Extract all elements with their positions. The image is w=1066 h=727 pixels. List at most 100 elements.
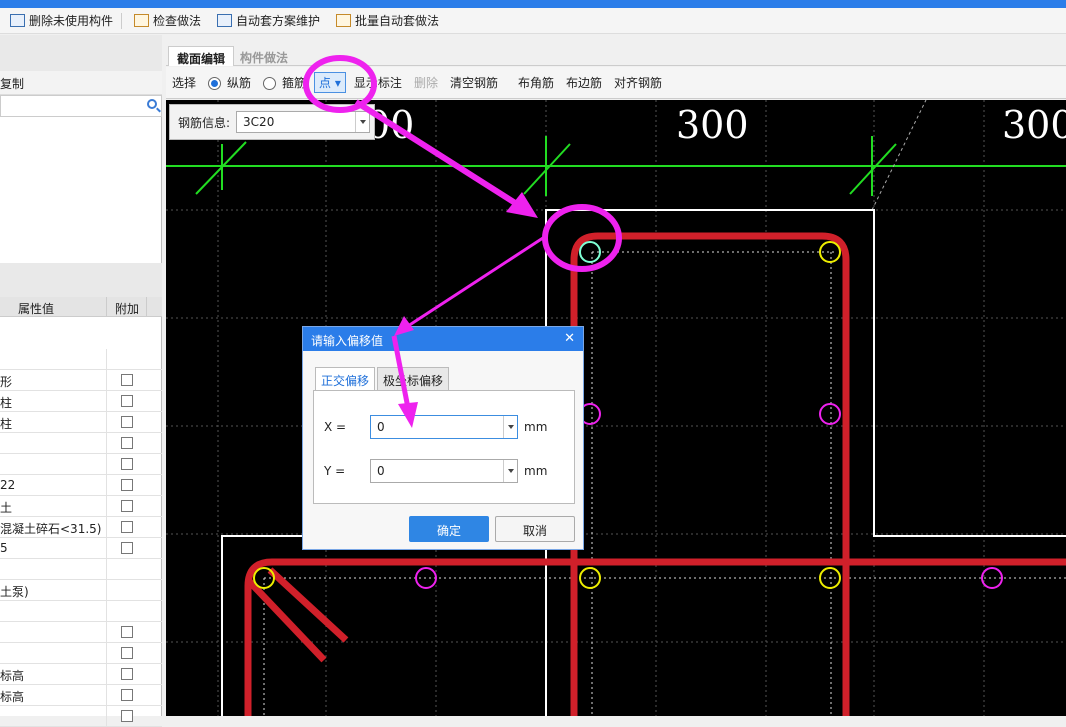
property-value [0,559,107,579]
property-row[interactable]: 标高 [0,685,162,706]
rebar-info-combo[interactable]: 3C20 [236,111,371,133]
property-value [0,349,107,369]
property-checkbox[interactable] [121,395,133,407]
x-unit: mm [524,420,548,434]
chevron-down-icon[interactable] [503,416,517,438]
dimension-label: 300 [1002,103,1066,147]
property-extra-cell [107,538,147,558]
property-checkbox[interactable] [121,521,133,533]
corner-rebar-button[interactable]: 布角筋 [518,74,554,91]
chevron-down-icon[interactable] [355,112,369,132]
property-row[interactable]: 土 [0,496,162,517]
radio-unchecked-icon [263,77,277,90]
dialog-content: X = 0 mm Y = 0 mm [313,390,575,504]
dimension-leader [871,100,927,211]
property-extra-cell [107,433,147,453]
property-row[interactable] [0,433,162,454]
delete-button[interactable]: 删除 [414,74,438,91]
main-toolbar: 删除未使用构件 检查做法 自动套方案维护 批量自动套做法 [0,8,1066,34]
property-row[interactable] [0,454,162,475]
show-label-button[interactable]: 显示标注 [354,74,402,91]
property-row[interactable]: 标高 [0,664,162,685]
batch-icon [336,14,352,27]
property-row[interactable]: 形 [0,370,162,391]
property-value: 标高 [0,685,107,705]
property-checkbox[interactable] [121,479,133,491]
property-row[interactable]: 柱 [0,391,162,412]
property-row[interactable]: 22 [0,475,162,496]
property-row[interactable] [0,643,162,664]
property-checkbox[interactable] [121,416,133,428]
property-extra-cell [107,412,147,432]
clear-rebar-button[interactable]: 清空钢筋 [450,74,498,91]
select-button[interactable]: 选择 [172,74,196,91]
property-value [0,433,107,453]
y-offset-input[interactable]: 0 [370,459,518,483]
radio-longitudinal[interactable]: 纵筋 [208,74,251,91]
y-offset-row: Y = 0 mm [324,459,547,483]
property-checkbox[interactable] [121,374,133,386]
align-rebar-button[interactable]: 对齐钢筋 [614,74,662,91]
tab-section-edit[interactable]: 截面编辑 [168,46,235,66]
property-checkbox[interactable] [121,710,133,722]
property-row[interactable] [0,601,162,622]
property-value: 柱 [0,412,107,432]
property-extra-cell [107,517,147,537]
toolbar-divider [121,12,123,29]
property-value [0,706,107,726]
property-row[interactable] [0,706,162,727]
property-extra-cell [107,706,147,726]
section-canvas[interactable]: 0 0 300 300 [166,100,1066,716]
property-row[interactable] [0,559,162,580]
point-mode-dropdown[interactable]: 点 ▾ [314,72,346,93]
property-row[interactable]: 5 [0,538,162,559]
search-icon[interactable] [147,99,157,109]
property-value: 柱 [0,391,107,411]
property-checkbox[interactable] [121,626,133,638]
x-offset-input[interactable]: 0 [370,415,518,439]
cancel-button[interactable]: 取消 [495,516,575,542]
radio-stirrup[interactable]: 箍筋 [263,74,306,91]
scheme-icon [217,14,233,27]
property-row[interactable] [0,349,162,370]
property-extra-cell [107,685,147,705]
copy-button[interactable]: 复制 [0,71,162,95]
chevron-down-icon[interactable] [503,460,517,482]
property-row[interactable]: 柱 [0,412,162,433]
property-checkbox[interactable] [121,437,133,449]
search-input[interactable] [0,95,162,117]
property-checkbox[interactable] [121,668,133,680]
property-row[interactable] [0,622,162,643]
edge-rebar-button[interactable]: 布边筋 [566,74,602,91]
grid-lines [166,100,1066,716]
property-extra-cell [107,349,147,369]
close-icon[interactable]: ✕ [564,331,575,346]
property-value [0,601,107,621]
property-checkbox[interactable] [121,689,133,701]
property-extra-cell [107,370,147,390]
property-extra-cell [107,391,147,411]
tab-component-method[interactable]: 构件做法 [232,46,296,66]
left-panel: 复制 属性值 附加 形柱柱 22 土混凝土碎石<31.5) 5 土泵) 标高 标高 [0,35,162,727]
property-checkbox[interactable] [121,542,133,554]
tab-polar-offset[interactable]: 极坐标偏移 [377,367,450,391]
property-extra-cell [107,559,147,579]
property-row[interactable]: 土泵) [0,580,162,601]
dialog-title-bar: 请输入偏移值 ✕ [303,327,583,351]
check-method-button[interactable]: 检查做法 [128,10,207,32]
property-checkbox[interactable] [121,647,133,659]
batch-auto-button[interactable]: 批量自动套做法 [330,10,445,32]
property-row[interactable]: 混凝土碎石<31.5) [0,517,162,538]
property-value: 土泵) [0,580,107,600]
property-extra-cell [107,454,147,474]
delete-unused-button[interactable]: 删除未使用构件 [4,10,119,32]
tab-orthogonal-offset[interactable]: 正交偏移 [315,367,376,391]
auto-scheme-button[interactable]: 自动套方案维护 [211,10,326,32]
ok-button[interactable]: 确定 [409,516,489,542]
left-panel-divider [0,263,162,297]
check-icon [134,14,150,27]
property-checkbox[interactable] [121,500,133,512]
property-value [0,454,107,474]
property-checkbox[interactable] [121,458,133,470]
property-extra-cell [107,496,147,516]
